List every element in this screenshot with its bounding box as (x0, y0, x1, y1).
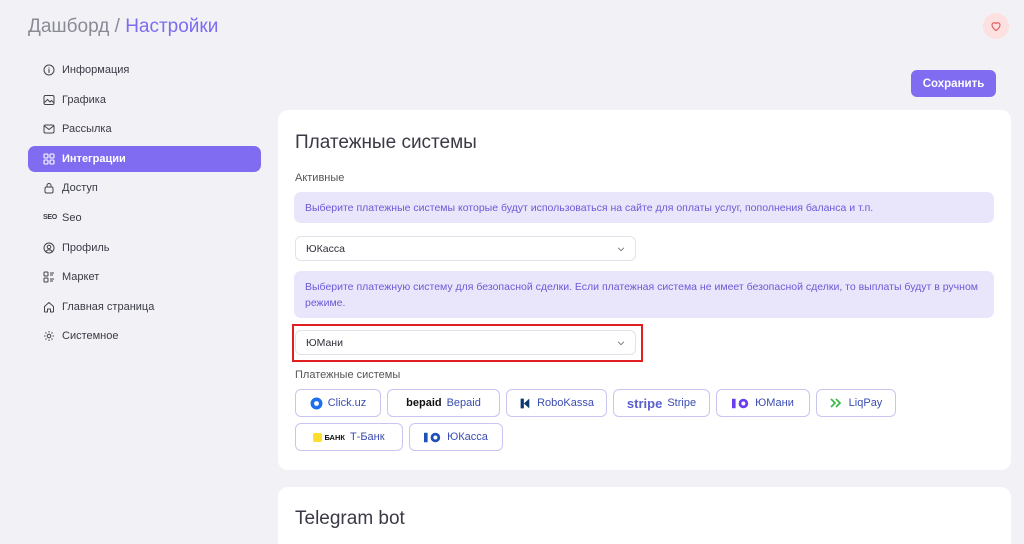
sidebar-item-label: Доступ (62, 182, 98, 195)
sidebar-item-label: Графика (62, 93, 106, 106)
breadcrumb-current: Настройки (125, 16, 219, 37)
sidebar-item-integrations[interactable]: Интеграции (28, 145, 261, 172)
tbank-logo-text: БАНК (324, 432, 345, 442)
chip-label: ЮКасса (447, 431, 488, 443)
chip-label: Stripe (667, 397, 697, 409)
breadcrumb-root[interactable]: Дашборд (28, 16, 109, 37)
sidebar-item-profile[interactable]: Профиль (28, 235, 261, 261)
systems-label: Платежные системы (295, 369, 401, 381)
sidebar-item-system[interactable]: Системное (28, 323, 261, 349)
sidebar-item-graphics[interactable]: Графика (28, 87, 261, 113)
chip-label: Click.uz (327, 397, 367, 409)
tbank-logo-icon: БАНК (313, 432, 345, 442)
chip-label: Bepaid (446, 397, 481, 409)
payment-chip-bepaid[interactable]: bepaid Bepaid (387, 389, 500, 417)
payment-chip-yoomoney[interactable]: ЮМани (716, 389, 810, 417)
favorite-button[interactable] (983, 13, 1009, 39)
sidebar-item-label: Информация (62, 64, 130, 76)
payment-chip-robokassa[interactable]: RoboKassa (506, 389, 607, 417)
sidebar-item-label: Системное (62, 330, 119, 343)
grid-icon (43, 153, 55, 165)
chevron-down-icon (617, 247, 625, 252)
sidebar-item-home[interactable]: Главная страница (28, 294, 261, 320)
sidebar-item-info[interactable]: Информация (28, 57, 261, 83)
payment-chip-yookassa[interactable]: ЮКасса (409, 423, 503, 451)
gear-icon (43, 330, 55, 342)
payment-chip-liqpay[interactable]: LiqPay (816, 389, 896, 417)
info-icon (43, 64, 55, 76)
telegram-bot-card: Telegram bot (278, 487, 1011, 544)
section-title: Платежные системы (295, 132, 477, 153)
stripe-logo-icon: stripe (626, 395, 663, 411)
sidebar-item-label: Профиль (62, 241, 110, 254)
chip-label: LiqPay (848, 397, 883, 409)
yookassa-logo-icon (424, 432, 441, 442)
payment-chip-clickuz[interactable]: Click.uz (295, 389, 381, 417)
sidebar-item-label: Главная страница (62, 300, 155, 313)
payment-systems-card: Платежные системы Активные Выберите плат… (278, 110, 1011, 470)
sidebar-item-market[interactable]: Маркет (28, 264, 261, 290)
breadcrumb: Дашборд / Настройки (28, 16, 218, 38)
liqpay-logo-icon (830, 398, 841, 408)
breadcrumb-separator: / (109, 16, 126, 37)
bepaid-logo-icon: bepaid (406, 397, 442, 409)
clickuz-logo-icon (310, 397, 323, 409)
yoomoney-logo-icon (732, 398, 749, 408)
active-label: Активные (295, 172, 345, 184)
chip-label: Т-Банк (349, 431, 385, 443)
sidebar: Информация Графика Рассылка Интеграции Д… (28, 57, 261, 353)
market-icon (43, 271, 55, 283)
sidebar-item-label: Интеграции (62, 152, 126, 165)
heart-icon (991, 22, 1001, 32)
mail-icon (43, 123, 55, 135)
chip-label: ЮМани (755, 397, 794, 409)
sidebar-item-seo[interactable]: SEO Seo (28, 205, 261, 231)
active-payment-select[interactable]: ЮКасса (295, 236, 636, 261)
payment-chip-stripe[interactable]: stripe Stripe (613, 389, 710, 417)
user-circle-icon (43, 242, 55, 254)
lock-icon (43, 182, 55, 194)
highlight-frame (292, 324, 643, 362)
section-title: Telegram bot (295, 508, 405, 529)
chip-label: RoboKassa (537, 397, 594, 409)
sidebar-item-access[interactable]: Доступ (28, 175, 261, 201)
home-icon (43, 301, 55, 313)
image-icon (43, 94, 55, 106)
select-value: ЮКасса (306, 242, 345, 255)
sidebar-item-label: Seo (62, 211, 82, 224)
save-button[interactable]: Сохранить (911, 70, 996, 97)
tbank-shield-icon (313, 432, 323, 442)
info-safe-deal-banner: Выберите платежную систему для безопасно… (294, 271, 994, 318)
robokassa-logo-icon (520, 398, 530, 408)
sidebar-item-label: Маркет (62, 271, 100, 284)
info-active-banner: Выберите платежные системы которые будут… (294, 192, 994, 223)
sidebar-item-label: Рассылка (62, 123, 112, 136)
seo-icon: SEO (43, 214, 57, 222)
payment-chip-tbank[interactable]: БАНК Т-Банк (295, 423, 403, 451)
sidebar-item-mailing[interactable]: Рассылка (28, 116, 261, 142)
